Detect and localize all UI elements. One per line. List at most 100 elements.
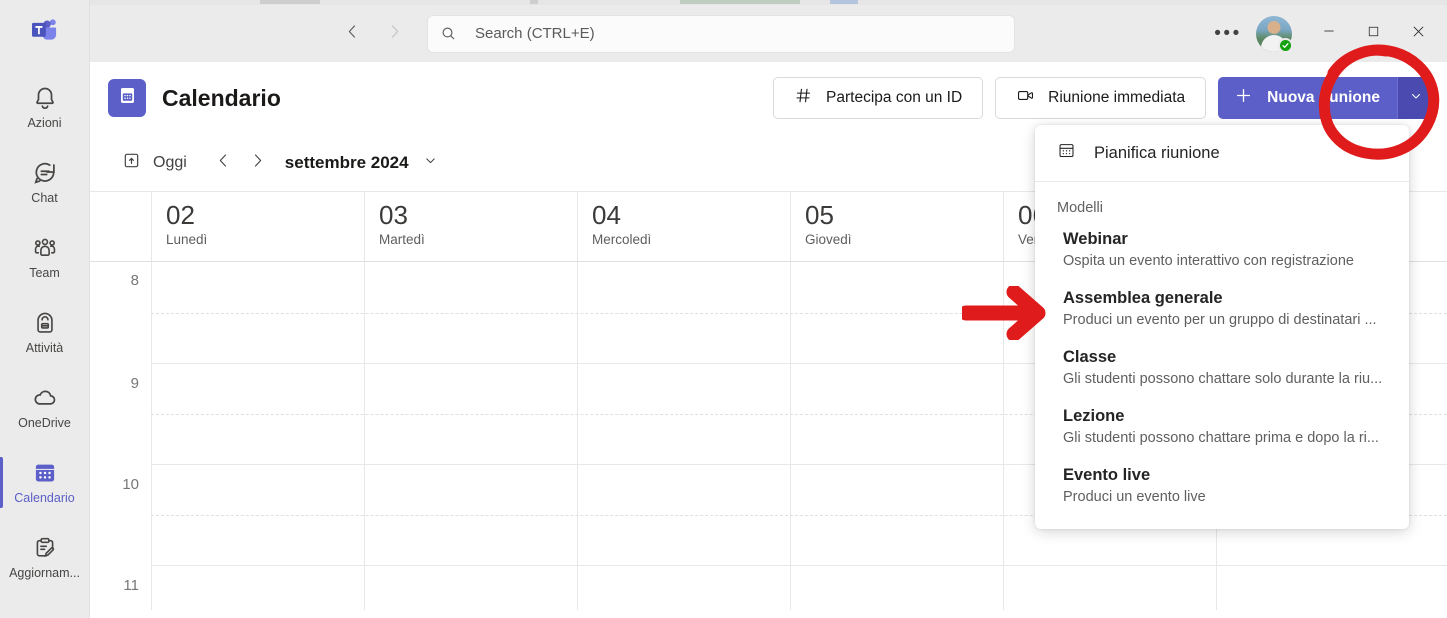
window-title-bar: Search (CTRL+E) ••• bbox=[90, 5, 1447, 62]
sidebar-item-label: Attività bbox=[25, 341, 64, 355]
menu-section-label: Modelli bbox=[1057, 200, 1103, 216]
maximize-button[interactable] bbox=[1351, 16, 1396, 52]
sidebar-item-label: OneDrive bbox=[18, 416, 71, 430]
sidebar-item-label: Azioni bbox=[27, 116, 62, 130]
calendar-action-buttons: Partecipa con un ID Riunione immediata N… bbox=[773, 77, 1433, 119]
sidebar-item-label: Calendario bbox=[14, 491, 75, 505]
next-week-button[interactable] bbox=[241, 146, 275, 180]
template-title: Evento live bbox=[1063, 466, 1151, 484]
more-options-button[interactable]: ••• bbox=[1210, 17, 1246, 51]
meet-now-button[interactable]: Riunione immediata bbox=[995, 77, 1207, 119]
previous-week-button[interactable] bbox=[207, 146, 241, 180]
navigation-buttons bbox=[335, 17, 411, 51]
backpack-icon bbox=[32, 310, 58, 336]
chevron-down-icon bbox=[1409, 89, 1423, 108]
search-input[interactable]: Search (CTRL+E) bbox=[427, 14, 1015, 53]
sidebar-more-button[interactable]: ••• bbox=[0, 595, 89, 618]
teams-logo[interactable] bbox=[0, 0, 89, 62]
clipboard-edit-icon bbox=[32, 535, 58, 561]
search-placeholder: Search (CTRL+E) bbox=[475, 25, 595, 42]
chevron-right-icon bbox=[385, 22, 404, 46]
month-picker[interactable]: settembre 2024 bbox=[285, 153, 438, 173]
day-name: Mercoledì bbox=[592, 232, 652, 247]
today-label: Oggi bbox=[153, 153, 187, 171]
today-button[interactable]: Oggi bbox=[122, 151, 207, 175]
calendar-outline-icon bbox=[1057, 141, 1076, 165]
calendar-app-badge bbox=[108, 79, 146, 117]
search-icon bbox=[440, 25, 457, 42]
maximize-icon bbox=[1366, 24, 1381, 44]
hour-label: 9 bbox=[130, 375, 139, 392]
join-with-id-button[interactable]: Partecipa con un ID bbox=[773, 77, 984, 119]
page-title-group: Calendario bbox=[108, 79, 281, 117]
forward-button[interactable] bbox=[377, 17, 411, 51]
day-name: Lunedì bbox=[166, 232, 208, 247]
teams-logo-icon bbox=[31, 18, 59, 44]
calendar-icon bbox=[32, 460, 58, 486]
day-column[interactable] bbox=[364, 262, 577, 610]
hour-label: 8 bbox=[130, 272, 139, 289]
titlebar-right-controls: ••• bbox=[1210, 15, 1447, 53]
avatar[interactable] bbox=[1256, 15, 1293, 53]
template-description: Gli studenti possono chattare prima e do… bbox=[1063, 430, 1379, 446]
ellipsis-icon: ••• bbox=[1214, 22, 1242, 44]
minimize-icon bbox=[1321, 23, 1337, 44]
sidebar-item-label: Team bbox=[29, 266, 60, 280]
avatar-head bbox=[1267, 20, 1281, 34]
template-title: Webinar bbox=[1063, 230, 1128, 248]
new-meeting-split-button: Nuova riunione bbox=[1218, 77, 1433, 119]
chat-icon bbox=[32, 160, 58, 186]
new-meeting-label: Nuova riunione bbox=[1267, 89, 1380, 106]
day-column[interactable] bbox=[577, 262, 790, 610]
template-evento-live[interactable]: Evento live Produci un evento live bbox=[1035, 456, 1409, 515]
template-title: Assemblea generale bbox=[1063, 289, 1223, 307]
hour-label: 10 bbox=[122, 476, 139, 493]
sidebar-item-calendario[interactable]: Calendario bbox=[0, 445, 89, 520]
template-title: Lezione bbox=[1063, 407, 1125, 425]
day-header[interactable]: 03 Martedì bbox=[364, 192, 577, 261]
hour-gutter: 8 9 10 11 bbox=[90, 262, 151, 610]
template-webinar[interactable]: Webinar Ospita un evento interattivo con… bbox=[1035, 220, 1409, 279]
calendar-header: Calendario Partecipa con un ID Riunione … bbox=[90, 62, 1447, 134]
day-column[interactable] bbox=[790, 262, 1003, 610]
menu-item-pianifica-riunione[interactable]: Pianifica riunione bbox=[1035, 131, 1409, 175]
new-meeting-button[interactable]: Nuova riunione bbox=[1218, 77, 1397, 119]
status-badge bbox=[1278, 37, 1293, 53]
day-header[interactable]: 02 Lunedì bbox=[151, 192, 364, 261]
template-lezione[interactable]: Lezione Gli studenti possono chattare pr… bbox=[1035, 397, 1409, 456]
day-header[interactable]: 05 Giovedì bbox=[790, 192, 1003, 261]
day-number: 05 bbox=[805, 200, 834, 230]
menu-item-label: Pianifica riunione bbox=[1094, 143, 1220, 162]
bell-icon bbox=[32, 85, 58, 111]
template-description: Gli studenti possono chattare solo duran… bbox=[1063, 371, 1383, 387]
join-with-id-label: Partecipa con un ID bbox=[826, 89, 963, 106]
back-button[interactable] bbox=[335, 17, 369, 51]
template-assemblea-generale[interactable]: Assemblea generale Produci un evento per… bbox=[1035, 279, 1409, 338]
chevron-left-icon bbox=[214, 151, 233, 175]
meet-now-label: Riunione immediata bbox=[1048, 89, 1186, 106]
sidebar-item-label: Chat bbox=[31, 191, 58, 205]
sidebar-item-team[interactable]: Team bbox=[0, 220, 89, 295]
day-column[interactable] bbox=[151, 262, 364, 610]
day-number: 04 bbox=[592, 200, 621, 230]
day-name: Martedì bbox=[379, 232, 425, 247]
template-classe[interactable]: Classe Gli studenti possono chattare sol… bbox=[1035, 338, 1409, 397]
plus-icon bbox=[1234, 86, 1253, 110]
close-button[interactable] bbox=[1396, 16, 1441, 52]
sidebar-item-onedrive[interactable]: OneDrive bbox=[0, 370, 89, 445]
hash-icon bbox=[794, 86, 813, 110]
new-meeting-dropdown-caret[interactable] bbox=[1397, 77, 1433, 119]
sidebar-item-chat[interactable]: Chat bbox=[0, 145, 89, 220]
rail-item-list: Azioni Chat Team Attività OneDrive Calen… bbox=[0, 62, 89, 595]
template-description: Ospita un evento interattivo con registr… bbox=[1063, 253, 1354, 269]
video-icon bbox=[1016, 86, 1035, 110]
today-icon bbox=[122, 151, 141, 175]
day-header[interactable]: 04 Mercoledì bbox=[577, 192, 790, 261]
sidebar-item-aggiornamenti[interactable]: Aggiornam... bbox=[0, 520, 89, 595]
sidebar-item-azioni[interactable]: Azioni bbox=[0, 70, 89, 145]
hour-label: 11 bbox=[123, 577, 139, 594]
sidebar-item-attivita[interactable]: Attività bbox=[0, 295, 89, 370]
minimize-button[interactable] bbox=[1306, 16, 1351, 52]
sidebar-item-label: Aggiornam... bbox=[9, 566, 80, 580]
template-title: Classe bbox=[1063, 348, 1117, 366]
